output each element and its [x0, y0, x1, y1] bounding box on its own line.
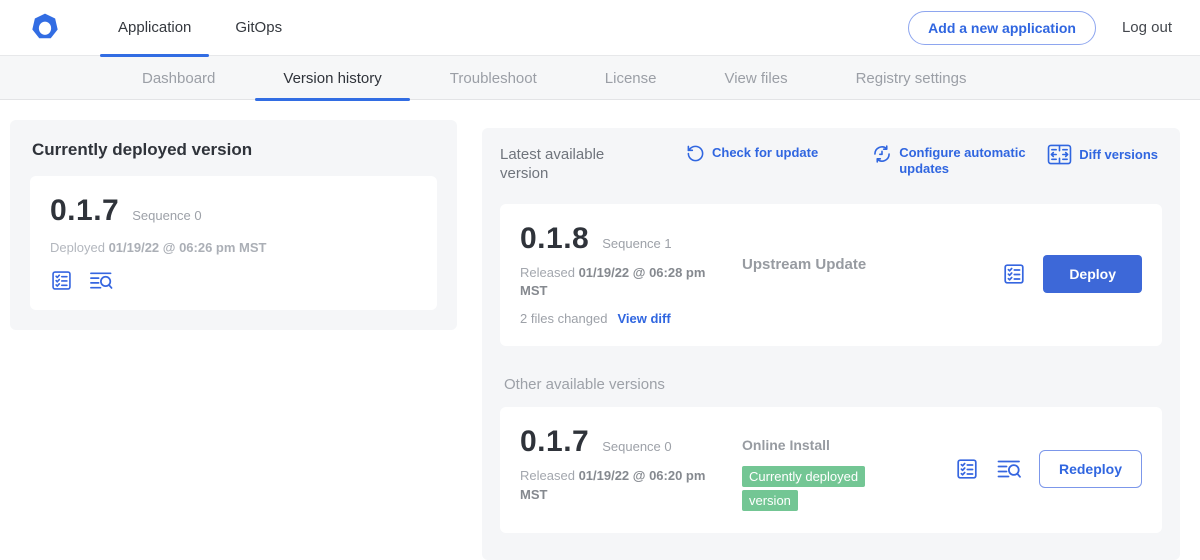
- released-prefix: Released: [520, 468, 575, 483]
- preflight-checklist-icon[interactable]: [1002, 262, 1026, 286]
- refresh-icon: [686, 144, 705, 163]
- logout-link[interactable]: Log out: [1122, 19, 1172, 36]
- deployed-panel-title: Currently deployed version: [32, 140, 437, 160]
- currently-deployed-panel: Currently deployed version 0.1.7 Sequenc…: [10, 120, 457, 330]
- deployed-timestamp: Deployed 01/19/22 @ 06:26 pm MST: [50, 240, 417, 255]
- preflight-checklist-icon[interactable]: [50, 269, 73, 292]
- auto-update-icon: [872, 144, 892, 164]
- subtab-troubleshoot[interactable]: Troubleshoot: [416, 56, 571, 100]
- deployed-prefix: Deployed: [50, 240, 105, 255]
- available-panel-title: Latest available version: [500, 146, 628, 184]
- other-version-number: 0.1.7: [520, 425, 589, 459]
- configure-automatic-updates-label: Configure automatic updates: [899, 145, 1027, 176]
- view-logs-icon[interactable]: [996, 457, 1022, 481]
- subtab-dashboard-label: Dashboard: [142, 70, 215, 87]
- other-version-card: 0.1.7 Sequence 0 Released 01/19/22 @ 06:…: [500, 407, 1162, 533]
- configure-automatic-updates-link[interactable]: Configure automatic updates: [872, 144, 1027, 176]
- subtab-registry-settings[interactable]: Registry settings: [822, 56, 1001, 100]
- top-header: Application GitOps Add a new application…: [0, 0, 1200, 56]
- subtab-registry-settings-label: Registry settings: [856, 70, 967, 87]
- diff-versions-label: Diff versions: [1079, 147, 1158, 163]
- latest-sequence-label: Sequence 1: [602, 236, 671, 251]
- subtab-license[interactable]: License: [571, 56, 691, 100]
- check-for-update-link[interactable]: Check for update: [686, 144, 818, 163]
- add-application-button[interactable]: Add a new application: [908, 11, 1096, 45]
- top-tabs: Application GitOps: [96, 0, 304, 56]
- tab-gitops-label: GitOps: [235, 19, 282, 36]
- subtab-license-label: License: [605, 70, 657, 87]
- tab-application-label: Application: [118, 19, 191, 36]
- app-sub-nav: Dashboard Version history Troubleshoot L…: [0, 56, 1200, 100]
- latest-version-number: 0.1.8: [520, 222, 589, 256]
- tab-gitops[interactable]: GitOps: [213, 0, 304, 56]
- latest-source-label: Upstream Update: [742, 256, 866, 273]
- redeploy-button[interactable]: Redeploy: [1039, 450, 1142, 488]
- subtab-version-history[interactable]: Version history: [249, 56, 415, 100]
- files-changed-label: 2 files changed: [520, 311, 607, 326]
- currently-deployed-badge: Currently deployed version: [742, 466, 865, 511]
- header-right: Add a new application Log out: [908, 11, 1172, 45]
- tab-application[interactable]: Application: [96, 0, 213, 56]
- view-logs-icon[interactable]: [88, 269, 114, 292]
- deployed-version-card: 0.1.7 Sequence 0 Deployed 01/19/22 @ 06:…: [30, 176, 437, 310]
- main-content: Currently deployed version 0.1.7 Sequenc…: [0, 100, 1200, 560]
- subtab-dashboard[interactable]: Dashboard: [108, 56, 249, 100]
- other-sequence-label: Sequence 0: [602, 439, 671, 454]
- other-release-timestamp: Released 01/19/22 @ 06:20 pm MST: [520, 467, 728, 505]
- deploy-button[interactable]: Deploy: [1043, 255, 1142, 293]
- available-versions-panel: Latest available version Check for updat…: [482, 128, 1180, 560]
- subtab-view-files-label: View files: [724, 70, 787, 87]
- subtab-view-files[interactable]: View files: [690, 56, 821, 100]
- check-for-update-label: Check for update: [712, 145, 818, 161]
- latest-release-timestamp: Released 01/19/22 @ 06:28 pm MST: [520, 264, 728, 302]
- diff-icon: [1047, 144, 1072, 165]
- latest-version-card: 0.1.8 Sequence 1 Released 01/19/22 @ 06:…: [500, 204, 1162, 347]
- app-logo-icon[interactable]: [28, 11, 62, 45]
- deployed-version-number: 0.1.7: [50, 194, 119, 228]
- preflight-checklist-icon[interactable]: [955, 457, 979, 481]
- other-versions-heading: Other available versions: [504, 376, 1162, 393]
- subtab-troubleshoot-label: Troubleshoot: [450, 70, 537, 87]
- diff-versions-link[interactable]: Diff versions: [1047, 144, 1158, 165]
- released-prefix: Released: [520, 265, 575, 280]
- other-source-label: Online Install: [742, 437, 830, 453]
- deployed-sequence-label: Sequence 0: [132, 208, 201, 223]
- subtab-version-history-label: Version history: [283, 70, 381, 87]
- view-diff-link[interactable]: View diff: [617, 311, 670, 326]
- deployed-date: 01/19/22 @ 06:26 pm MST: [109, 240, 267, 255]
